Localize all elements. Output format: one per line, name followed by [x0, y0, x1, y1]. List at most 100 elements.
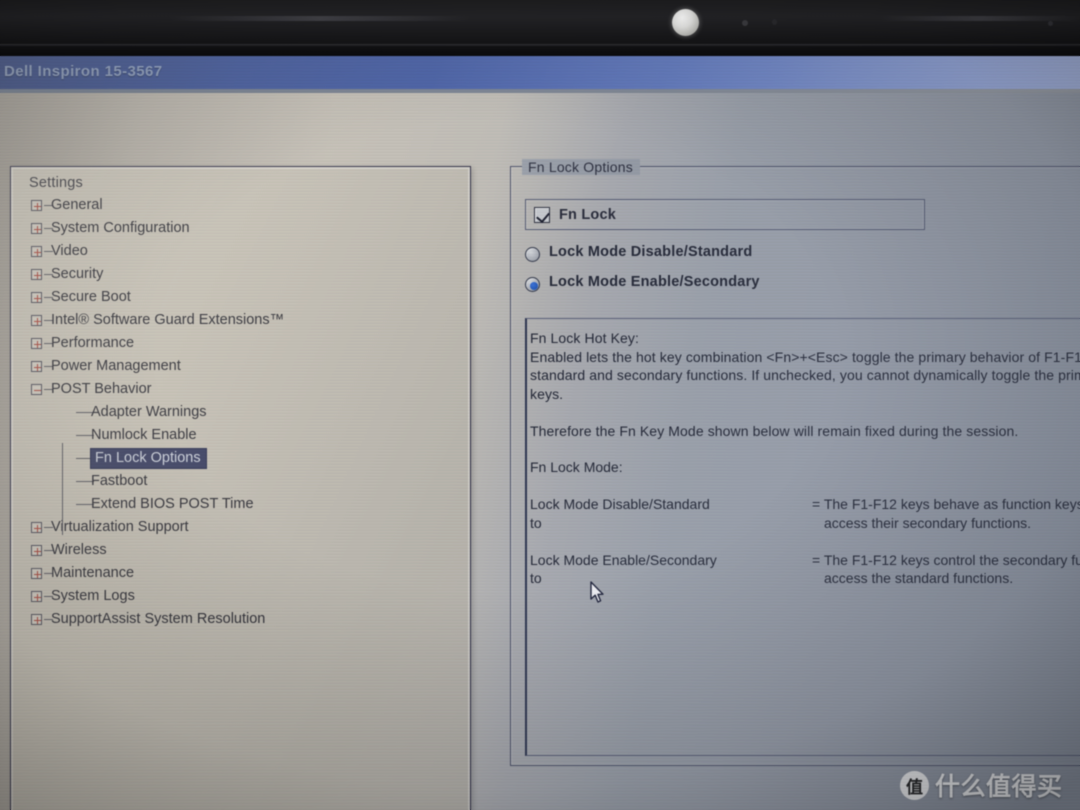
sidebar-item-virtualization-support[interactable]: Virtualization Support — [25, 516, 470, 539]
description-box: Fn Lock Hot Key: Enabled lets the hot ke… — [525, 318, 1080, 756]
settings-sidebar[interactable]: Settings General System Configuration Vide… — [10, 166, 471, 810]
radio-selected-icon[interactable] — [525, 277, 540, 292]
sidebar-item-label: Secure Boot — [51, 289, 131, 305]
sidebar-item-adapter-warnings[interactable]: Adapter Warnings — [25, 401, 470, 424]
tree-expand-icon[interactable] — [31, 223, 42, 234]
radio-lock-mode-enable-secondary[interactable]: Lock Mode Enable/Secondary — [525, 274, 760, 296]
bezel-seam-left — [170, 16, 470, 21]
sidebar-item-label: Virtualization Support — [51, 519, 189, 535]
sidebar-item-label: Video — [51, 243, 88, 259]
sidebar-item-label: Security — [51, 266, 104, 282]
fn-lock-mode-table: Fn Lock Mode: Lock Mode Disable/Standard… — [530, 458, 1080, 588]
sidebar-item-wireless[interactable]: Wireless — [25, 539, 470, 562]
tree-expand-icon[interactable] — [31, 591, 42, 602]
microphone-hole-icon — [772, 19, 777, 25]
settings-tree[interactable]: General System Configuration Video Security… — [25, 194, 470, 631]
sidebar-item-video[interactable]: Video — [25, 240, 470, 263]
bios-screen: Dell Inspiron 15-3567 Settings General Sy… — [0, 56, 1080, 810]
sidebar-item-label: System Logs — [51, 588, 135, 604]
mode-right-line-2: access their secondary functions. — [824, 514, 1031, 531]
radio-label: Lock Mode Enable/Secondary — [549, 274, 760, 290]
sidebar-item-post-behavior[interactable]: POST Behavior — [25, 378, 470, 401]
sidebar-item-system-logs[interactable]: System Logs — [25, 585, 470, 608]
mode-right-cell: = The F1-F12 keys control the secondary … — [812, 551, 1080, 588]
hotkey-line-3: keys. — [530, 385, 564, 402]
sidebar-item-label: Fastboot — [91, 473, 148, 489]
sidebar-item-label: Adapter Warnings — [91, 404, 207, 420]
mouse-cursor-icon — [590, 581, 604, 603]
sidebar-item-intel-software-guard-extensions[interactable]: Intel® Software Guard Extensions™ — [25, 309, 470, 332]
sidebar-item-label: Wireless — [51, 542, 107, 558]
sidebar-item-label: Power Management — [51, 358, 181, 374]
tree-expand-icon[interactable] — [31, 200, 42, 211]
sidebar-item-security[interactable]: Security — [25, 263, 470, 286]
sidebar-item-label: Numlock Enable — [91, 427, 197, 443]
description-text: Fn Lock Hot Key: Enabled lets the hot ke… — [530, 329, 1080, 440]
mode-left-cell: Lock Mode Enable/Secondary to — [530, 551, 717, 588]
tree-trunk-line — [62, 443, 63, 535]
sidebar-item-label: Intel® Software Guard Extensions™ — [51, 312, 285, 328]
mode-right-line-1: = The F1-F12 keys behave as function key… — [812, 496, 1080, 512]
title-bar: Dell Inspiron 15-3567 — [0, 56, 1080, 89]
mode-left-line-2: to — [530, 570, 542, 586]
radio-unselected-icon[interactable] — [525, 247, 540, 262]
sidebar-item-general[interactable]: General — [25, 194, 470, 217]
webcam-icon — [672, 9, 699, 36]
sidebar-item-secure-boot[interactable]: Secure Boot — [25, 286, 470, 309]
radio-lock-mode-disable-standard[interactable]: Lock Mode Disable/Standard — [525, 244, 752, 266]
mode-left-line-2: to — [530, 514, 542, 531]
tree-expand-icon[interactable] — [31, 568, 42, 579]
sidebar-item-maintenance[interactable]: Maintenance — [25, 562, 470, 585]
group-legend-label: Fn Lock Options — [522, 159, 640, 175]
mode-right-cell: = The F1-F12 keys behave as function key… — [812, 495, 1080, 532]
tree-expand-icon[interactable] — [31, 315, 42, 326]
sidebar-item-label: Fn Lock Options — [91, 449, 206, 468]
table-gap — [530, 477, 1080, 496]
hotkey-line-2: standard and secondary functions. If unc… — [530, 367, 1080, 383]
sidebar-item-system-configuration[interactable]: System Configuration — [25, 217, 470, 240]
fn-lock-checkbox-row[interactable]: Fn Lock — [525, 199, 925, 230]
tree-collapse-icon[interactable] — [31, 384, 42, 395]
note-line: Therefore the Fn Key Mode shown below wi… — [530, 422, 1019, 439]
sidebar-item-label: POST Behavior — [51, 381, 152, 397]
tree-expand-icon[interactable] — [31, 361, 42, 372]
sidebar-item-numlock-enable[interactable]: Numlock Enable — [25, 424, 470, 447]
tree-expand-icon[interactable] — [31, 338, 42, 349]
tree-expand-icon[interactable] — [31, 292, 42, 303]
bezel-lower-seam — [0, 44, 1080, 47]
sidebar-item-fn-lock-options[interactable]: Fn Lock Options — [25, 447, 470, 470]
sidebar-item-fastboot[interactable]: Fastboot — [25, 470, 470, 493]
tree-expand-icon[interactable] — [31, 614, 42, 625]
sidebar-item-supportassist-system-resolution[interactable]: SupportAssist System Resolution — [25, 608, 470, 631]
sidebar-item-label: SupportAssist System Resolution — [51, 611, 266, 627]
sidebar-item-label: System Configuration — [51, 220, 190, 236]
tree-expand-icon[interactable] — [31, 246, 42, 257]
bezel-indicator-icon — [1048, 21, 1053, 26]
sidebar-heading: Settings — [29, 175, 83, 191]
laptop-bezel — [0, 0, 1080, 56]
fn-lock-checkbox-label: Fn Lock — [559, 207, 616, 223]
table-gap — [530, 532, 1080, 551]
mode-row: Lock Mode Disable/Standard to = The F1-F… — [530, 495, 1080, 532]
mode-left-cell: Lock Mode Disable/Standard to — [530, 495, 710, 532]
radio-label: Lock Mode Disable/Standard — [549, 244, 753, 260]
sidebar-item-performance[interactable]: Performance — [25, 332, 470, 355]
tree-expand-icon[interactable] — [31, 269, 42, 280]
checkbox-checked-icon[interactable] — [534, 207, 550, 223]
microphone-hole-icon — [742, 20, 748, 26]
mode-right-line-1: = The F1-F12 keys control the secondary … — [812, 551, 1080, 568]
mode-left-line-1: Lock Mode Enable/Secondary — [530, 551, 717, 568]
hotkey-line-1: Enabled lets the hot key combination <Fn… — [530, 348, 1080, 365]
mode-right-line-2: access the standard functions. — [824, 570, 1014, 586]
bios-setup-photo: Dell Inspiron 15-3567 Settings General Sy… — [0, 0, 1080, 810]
window-title: Dell Inspiron 15-3567 — [4, 63, 163, 80]
sidebar-item-power-management[interactable]: Power Management — [25, 355, 470, 378]
tree-expand-icon[interactable] — [31, 522, 42, 533]
sidebar-item-label: General — [51, 197, 103, 213]
sidebar-item-label: Performance — [51, 335, 135, 351]
hotkey-heading: Fn Lock Hot Key: — [530, 330, 639, 346]
tree-expand-icon[interactable] — [31, 545, 42, 556]
sidebar-item-label: Extend BIOS POST Time — [91, 496, 254, 512]
sidebar-item-extend-bios-post-time[interactable]: Extend BIOS POST Time — [25, 493, 470, 516]
